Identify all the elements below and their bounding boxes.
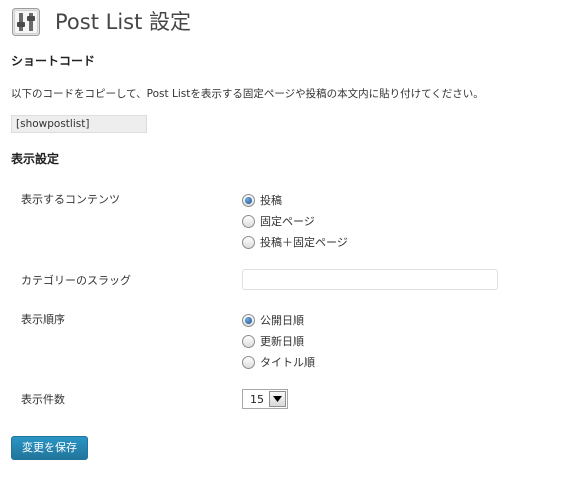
display-order-label: 表示順序 [21,313,65,326]
radio-label: 投稿 [260,194,282,207]
display-count-select[interactable]: 15 [242,389,288,409]
radio-label: 投稿＋固定ページ [260,236,348,249]
content-option-posts[interactable]: 投稿 [242,192,282,208]
shortcode-code-field[interactable]: [showpostlist] [11,115,147,133]
shortcode-instruction: 以下のコードをコピーして、Post Listを表示する固定ページや投稿の本文内に… [11,88,484,100]
radio-label: 固定ページ [260,215,315,228]
radio-label: タイトル順 [260,356,315,369]
shortcode-heading: ショートコード [11,54,96,68]
order-option-title[interactable]: タイトル順 [242,354,315,370]
category-slug-input[interactable] [242,269,498,290]
settings-sliders-icon [12,8,40,36]
page-title: Post List 設定 [55,10,191,34]
category-slug-label: カテゴリーのスラッグ [21,274,131,287]
content-type-label: 表示するコンテンツ [21,193,120,206]
radio-label: 公開日順 [260,314,304,327]
radio-button-checked[interactable] [242,193,255,207]
content-option-pages[interactable]: 固定ページ [242,213,315,229]
radio-button[interactable] [242,214,255,228]
radio-button[interactable] [242,334,255,348]
radio-label: 更新日順 [260,335,304,348]
order-option-published[interactable]: 公開日順 [242,312,304,328]
radio-button-checked[interactable] [242,313,255,327]
order-option-updated[interactable]: 更新日順 [242,333,304,349]
content-option-posts-and-pages[interactable]: 投稿＋固定ページ [242,234,348,250]
save-changes-button[interactable]: 変更を保存 [11,436,88,460]
display-count-label: 表示件数 [21,393,65,406]
display-settings-heading: 表示設定 [11,152,60,166]
select-value: 15 [250,392,264,406]
radio-button[interactable] [242,235,255,249]
chevron-down-icon[interactable] [269,391,286,407]
radio-button[interactable] [242,355,255,369]
